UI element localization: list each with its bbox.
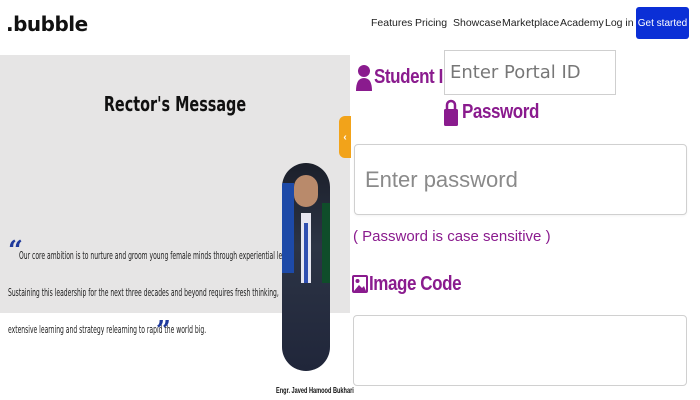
rector-portrait	[282, 163, 330, 371]
nav-showcase[interactable]: Showcase	[453, 17, 501, 29]
nav-login[interactable]: Log in	[605, 17, 634, 29]
logo[interactable]: .bubble	[6, 12, 88, 36]
quote-close-icon: ”	[156, 316, 171, 346]
quote-line-1: Our core ambition is to nurture and groo…	[19, 249, 302, 262]
top-nav: .bubble Features Pricing Showcase Market…	[0, 0, 700, 46]
get-started-button[interactable]: Get started	[636, 7, 689, 39]
portal-id-input[interactable]	[444, 50, 616, 95]
image-icon	[352, 272, 368, 301]
lock-icon	[444, 98, 458, 133]
flag-decoration-2	[322, 203, 330, 283]
nav-pricing[interactable]: Pricing	[415, 17, 447, 29]
password-label: Password	[462, 101, 539, 123]
password-input[interactable]	[354, 144, 687, 215]
rector-name: Engr. Javed Hamood Bukhari	[276, 386, 354, 395]
portrait-face	[294, 175, 318, 207]
student-id-label: Student ID	[374, 66, 455, 88]
image-code-label: Image Code	[369, 273, 462, 295]
nav-marketplace[interactable]: Marketplace	[502, 17, 559, 29]
user-icon	[356, 63, 372, 96]
image-code-input[interactable]	[353, 315, 687, 386]
slider-chevron-left-icon[interactable]: ‹	[339, 116, 351, 158]
quote-line-3: extensive learning and strategy relearni…	[8, 323, 207, 336]
case-sensitive-note: ( Password is case sensitive )	[353, 228, 551, 245]
portrait-tie	[304, 223, 308, 283]
nav-features[interactable]: Features	[371, 17, 412, 29]
rector-title: Rector's Message	[103, 92, 247, 116]
flag-decoration	[282, 183, 294, 273]
quote-line-2: Sustaining this leadership for the next …	[8, 286, 279, 299]
nav-academy[interactable]: Academy	[560, 17, 604, 29]
